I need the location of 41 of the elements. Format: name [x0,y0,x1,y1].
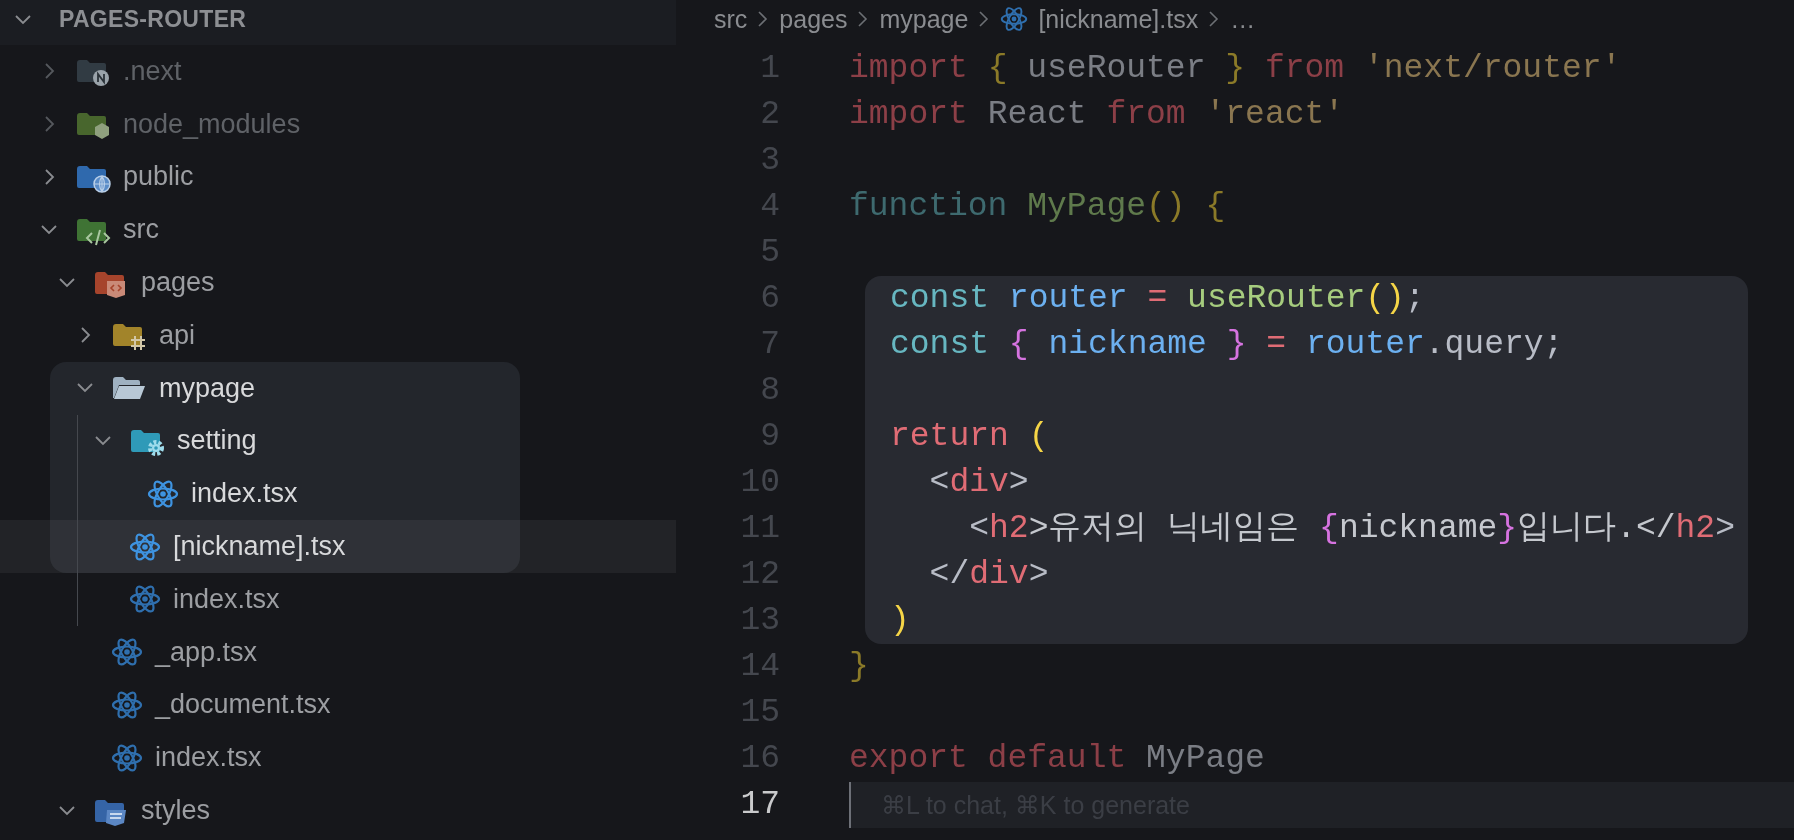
chevron-icon [857,9,870,29]
file-tree-item[interactable]: pages [0,256,676,309]
file-tree-item[interactable]: styles [0,784,676,837]
react-atom-icon [111,688,143,721]
react-atom-icon [129,530,161,563]
file-tree-item[interactable]: api [0,309,676,362]
file-tree-item[interactable]: _app.tsx [0,625,676,679]
explorer-title: PAGES-ROUTER [59,6,247,33]
line-number: 17 [739,785,780,825]
file-tree-item[interactable]: mypage [50,361,520,415]
breadcrumb-item[interactable]: pages [779,4,848,34]
code-line: ) [890,601,911,641]
code-line: import React from 'react' [849,95,1346,135]
code-line: <div> [928,463,1030,503]
breadcrumb-item[interactable]: … [1230,4,1256,34]
code-line: const router = useRouter(); [890,279,1426,319]
code-line: function MyPage() { [849,187,1227,227]
chevron-icon [757,9,770,29]
react-atom-icon [111,741,143,774]
code-line: const { nickname } = router.query; [890,325,1565,365]
chevron-icon [1208,9,1221,29]
breadcrumb-item[interactable]: src [714,4,748,34]
code-line: } [849,647,870,687]
file-tree-item[interactable]: setting [50,414,520,468]
code-line: <h2>유저의 닉네임은 {nickname}입니다.</h2> [968,509,1736,549]
react-atom-icon [1000,5,1029,33]
file-tree-item[interactable]: index.tsx [0,731,676,785]
file-tree-item[interactable]: index.tsx [0,572,676,626]
breadcrumb-item[interactable]: [nickname].tsx [1038,4,1199,34]
code-line: import { useRouter } from 'next/router' [849,49,1623,89]
file-tree-item[interactable]: src [0,203,676,257]
code-line: </div> [928,555,1050,595]
code-line: export default MyPage [849,739,1266,779]
file-tree-item[interactable]: _document.tsx [0,678,676,732]
breadcrumb-item[interactable]: mypage [879,4,969,34]
file-tree-item[interactable]: public [0,150,676,204]
file-tree-item[interactable]: index.tsx [50,467,520,521]
react-atom-icon [147,477,179,510]
file-tree-item[interactable]: [nickname].tsx [0,520,676,573]
chevron-icon [978,9,991,29]
code-line: return ( [890,417,1050,457]
